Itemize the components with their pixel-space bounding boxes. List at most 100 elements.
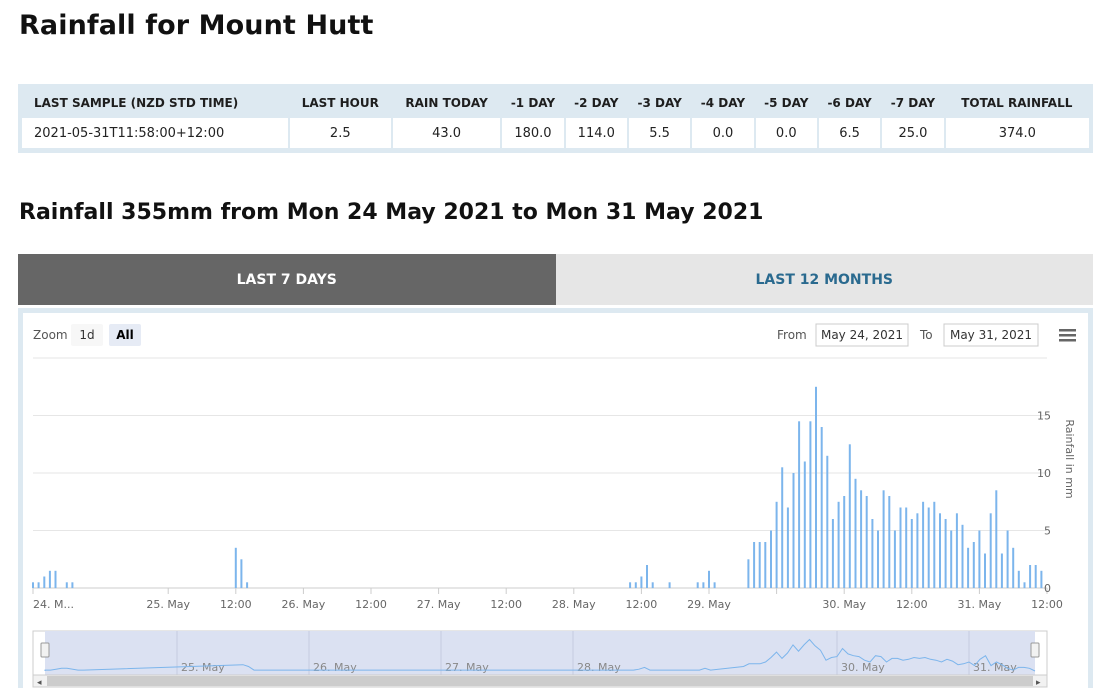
- page-title: Rainfall for Mount Hutt: [19, 10, 374, 41]
- x-tick-label: 25. May: [146, 598, 190, 611]
- rainfall-bar: [877, 530, 879, 588]
- summary-header-cell: -3 DAY: [637, 95, 682, 110]
- tab-last-12-months[interactable]: LAST 12 MONTHS: [555, 254, 1093, 305]
- rainfall-bar: [860, 490, 863, 589]
- summary-header-cell: TOTAL RAINFALL: [961, 95, 1073, 110]
- rainfall-bar: [893, 530, 896, 588]
- rainfall-bar: [939, 513, 941, 589]
- rainfall-bar: [1029, 565, 1032, 588]
- scroll-left-arrow-icon[interactable]: ◂: [37, 678, 42, 688]
- x-tick-label: 29. May: [687, 598, 731, 611]
- rainfall-bar: [1034, 565, 1037, 588]
- navigator-label: 30. May: [841, 661, 885, 674]
- rainfall-bar: [922, 501, 925, 589]
- rainfall-bar: [815, 386, 817, 589]
- summary-data-row: 2021-05-31T11:58:00+12:00 2.5 43.0 180.0 114…: [22, 118, 1089, 148]
- rainfall-bar: [1000, 553, 1003, 588]
- summary-value-cell: 43.0: [391, 118, 503, 148]
- rainfall-bar: [775, 501, 778, 589]
- x-tick-label: 12:00: [355, 598, 387, 611]
- hamburger-menu-icon[interactable]: [1057, 325, 1079, 345]
- scroll-right-arrow-icon[interactable]: ▸: [1036, 678, 1041, 688]
- summary-header-cell: LAST HOUR: [301, 95, 379, 110]
- rainfall-bar: [48, 570, 51, 589]
- rainfall-bar: [753, 542, 756, 588]
- scrollbar-thumb[interactable]: [47, 676, 1033, 686]
- summary-value-cell: 6.5: [817, 118, 883, 148]
- rainfall-bar: [972, 542, 975, 588]
- y-axis-title: Rainfall in mm: [1063, 419, 1076, 498]
- x-tick-label: 31. May: [958, 598, 1002, 611]
- rainfall-bar: [668, 582, 671, 589]
- navigator[interactable]: 25. May 26. May 27. May 28. May 30. May 31. M…: [32, 630, 1048, 688]
- y-tick-label: 5: [1044, 525, 1051, 538]
- rainfall-bar: [43, 576, 46, 588]
- rainfall-bar: [629, 582, 632, 589]
- summary-value-cell: 374.0: [944, 118, 1089, 148]
- rainfall-bar: [1040, 570, 1043, 589]
- rainfall-bar: [37, 582, 40, 589]
- summary-value-cell: 2021-05-31T11:58:00+12:00: [22, 118, 290, 148]
- summary-value-cell: 2.5: [288, 118, 393, 148]
- rainfall-bar: [989, 513, 992, 589]
- rainfall-bar: [984, 553, 986, 588]
- summary-value-cell: 25.0: [881, 118, 946, 148]
- navigator-left-handle[interactable]: [40, 642, 50, 658]
- rainfall-bar: [899, 507, 902, 588]
- y-tick-label: 10: [1037, 467, 1051, 480]
- rainfall-bar: [848, 444, 851, 589]
- summary-header-cell: -7 DAY: [890, 95, 936, 110]
- navigator-label: 25. May: [181, 661, 225, 674]
- x-tick-label: 28. May: [552, 598, 596, 611]
- rainfall-bar: [831, 519, 834, 588]
- rainfall-bar: [65, 582, 68, 589]
- summary-header-cell: -4 DAY: [700, 95, 746, 110]
- to-date-value: May 31, 2021: [950, 328, 1032, 342]
- rainfall-bar: [837, 501, 840, 589]
- rainfall-bar: [916, 513, 919, 589]
- rainfall-chart: Zoom 1d All From May 24, 2021 To May 31,…: [32, 323, 1079, 688]
- summary-value-cell: 5.5: [627, 118, 693, 148]
- x-tick-label: 12:00: [896, 598, 928, 611]
- x-tick-label: 12:00: [220, 598, 252, 611]
- rainfall-bar: [1006, 530, 1009, 588]
- from-label: From: [777, 328, 807, 342]
- rainfall-bar: [798, 421, 801, 589]
- x-tick-label: 30. May: [822, 598, 866, 611]
- rainfall-bar: [933, 501, 936, 589]
- rainfall-bar: [708, 570, 710, 589]
- y-tick-label: 15: [1037, 410, 1051, 423]
- rainfall-bar: [944, 519, 947, 588]
- rainfall-bar: [71, 582, 74, 589]
- rainfall-bar: [978, 530, 981, 588]
- rainfall-bar: [995, 490, 998, 589]
- rainfall-bar: [950, 530, 953, 588]
- rainfall-bar: [32, 582, 34, 589]
- navigator-right-handle[interactable]: [1030, 642, 1040, 658]
- rainfall-bar: [854, 478, 857, 589]
- summary-header-cell: RAIN TODAY: [405, 95, 488, 110]
- rainfall-period-heading: Rainfall 355mm from Mon 24 May 2021 to M…: [19, 200, 764, 225]
- zoom-all-label: All: [116, 328, 134, 342]
- rainfall-bar: [646, 565, 648, 588]
- rainfall-bar: [865, 496, 868, 588]
- rainfall-bar: [803, 461, 806, 588]
- rainfall-bar: [640, 576, 643, 588]
- rainfall-bar: [713, 582, 716, 589]
- summary-header-row: LAST SAMPLE (NZD STD TIME) LAST HOUR RAIN …: [22, 87, 1089, 118]
- to-label: To: [919, 328, 933, 342]
- x-tick-label: 26. May: [282, 598, 326, 611]
- from-date-value: May 24, 2021: [821, 328, 903, 342]
- rainfall-bar: [240, 559, 243, 589]
- rainfall-bar: [1012, 547, 1015, 589]
- navigator-label: 26. May: [313, 661, 357, 674]
- summary-table-container: LAST SAMPLE (NZD STD TIME) LAST HOUR RAIN …: [18, 84, 1093, 153]
- tab-last-7-days[interactable]: LAST 7 DAYS: [18, 254, 556, 305]
- rainfall-bar: [651, 582, 654, 589]
- rainfall-bar: [696, 582, 699, 589]
- rainfall-bar: [927, 507, 930, 588]
- zoom-label: Zoom: [33, 328, 68, 342]
- summary-header-cell: -2 DAY: [574, 95, 619, 110]
- rainfall-bar: [843, 496, 846, 588]
- rainfall-bar: [967, 547, 970, 589]
